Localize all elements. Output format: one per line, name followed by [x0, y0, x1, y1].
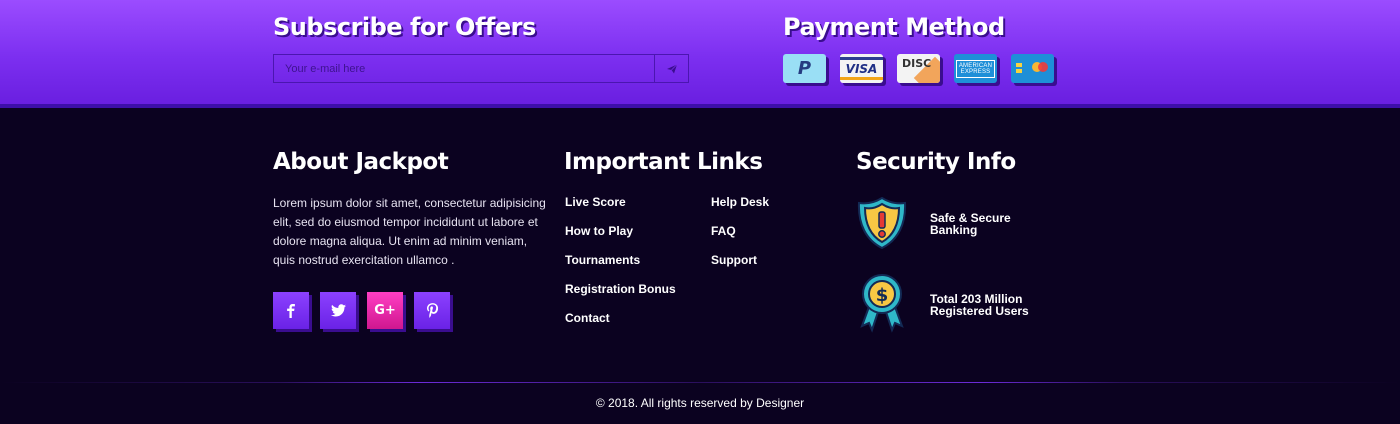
facebook-icon — [287, 303, 295, 318]
social-links: G+ — [273, 292, 450, 329]
about-text: Lorem ipsum dolor sit amet, consectetur … — [273, 196, 546, 267]
security-users-line2: Registered Users — [930, 304, 1029, 318]
google-plus-button[interactable]: G+ — [367, 292, 403, 329]
subscribe-title: Subscribe for Offers — [273, 13, 536, 41]
link-support[interactable]: Support — [711, 253, 757, 267]
amex-icon: AMERICAN EXPRESS — [954, 54, 997, 83]
links-title: Important Links — [564, 149, 763, 175]
dollar-badge-icon: $ — [860, 274, 904, 333]
mastercard-icon — [1011, 54, 1054, 83]
google-plus-icon: G+ — [374, 303, 396, 318]
about-title: About Jackpot — [273, 149, 449, 175]
link-live-score[interactable]: Live Score — [565, 195, 626, 209]
discover-icon: DISC — [897, 54, 940, 83]
security-title: Security Info — [856, 149, 1016, 175]
paypal-label: P — [797, 58, 812, 79]
payment-cards: P VISA DISC AMERICAN EXPRESS — [783, 54, 1054, 83]
link-tournaments[interactable]: Tournaments — [565, 253, 640, 267]
footer-divider — [0, 382, 1400, 383]
subscribe-form — [273, 54, 689, 83]
subscribe-send-button[interactable] — [654, 55, 688, 82]
paypal-icon: P — [783, 54, 826, 83]
link-help-desk[interactable]: Help Desk — [711, 195, 769, 209]
visa-label: VISA — [845, 61, 878, 76]
payment-title: Payment Method — [783, 13, 1005, 41]
pinterest-button[interactable] — [414, 292, 450, 329]
amex-label-line2: EXPRESS — [960, 68, 991, 75]
twitter-button[interactable] — [320, 292, 356, 329]
security-banking-line2: Banking — [930, 223, 978, 237]
send-icon — [666, 63, 677, 73]
facebook-button[interactable] — [273, 292, 309, 329]
link-how-to-play[interactable]: How to Play — [565, 224, 633, 238]
link-registration-bonus[interactable]: Registration Bonus — [565, 282, 676, 296]
security-item-users: $ Total 203 Million Registered Users — [856, 274, 1029, 334]
visa-icon: VISA — [840, 54, 883, 83]
shield-warning-icon — [857, 196, 907, 250]
discover-label: DISC — [902, 57, 932, 70]
email-input[interactable] — [274, 55, 654, 82]
security-item-banking: Safe & Secure Banking — [856, 196, 1011, 250]
offers-band — [0, 0, 1400, 108]
copyright-text: © 2018. All rights reserved by Designer — [595, 396, 805, 410]
pinterest-icon — [426, 303, 438, 318]
amex-label-line1: AMERICAN — [958, 62, 993, 69]
link-faq[interactable]: FAQ — [711, 224, 736, 238]
twitter-icon — [330, 304, 346, 317]
svg-text:$: $ — [876, 285, 889, 306]
link-contact[interactable]: Contact — [565, 311, 610, 325]
